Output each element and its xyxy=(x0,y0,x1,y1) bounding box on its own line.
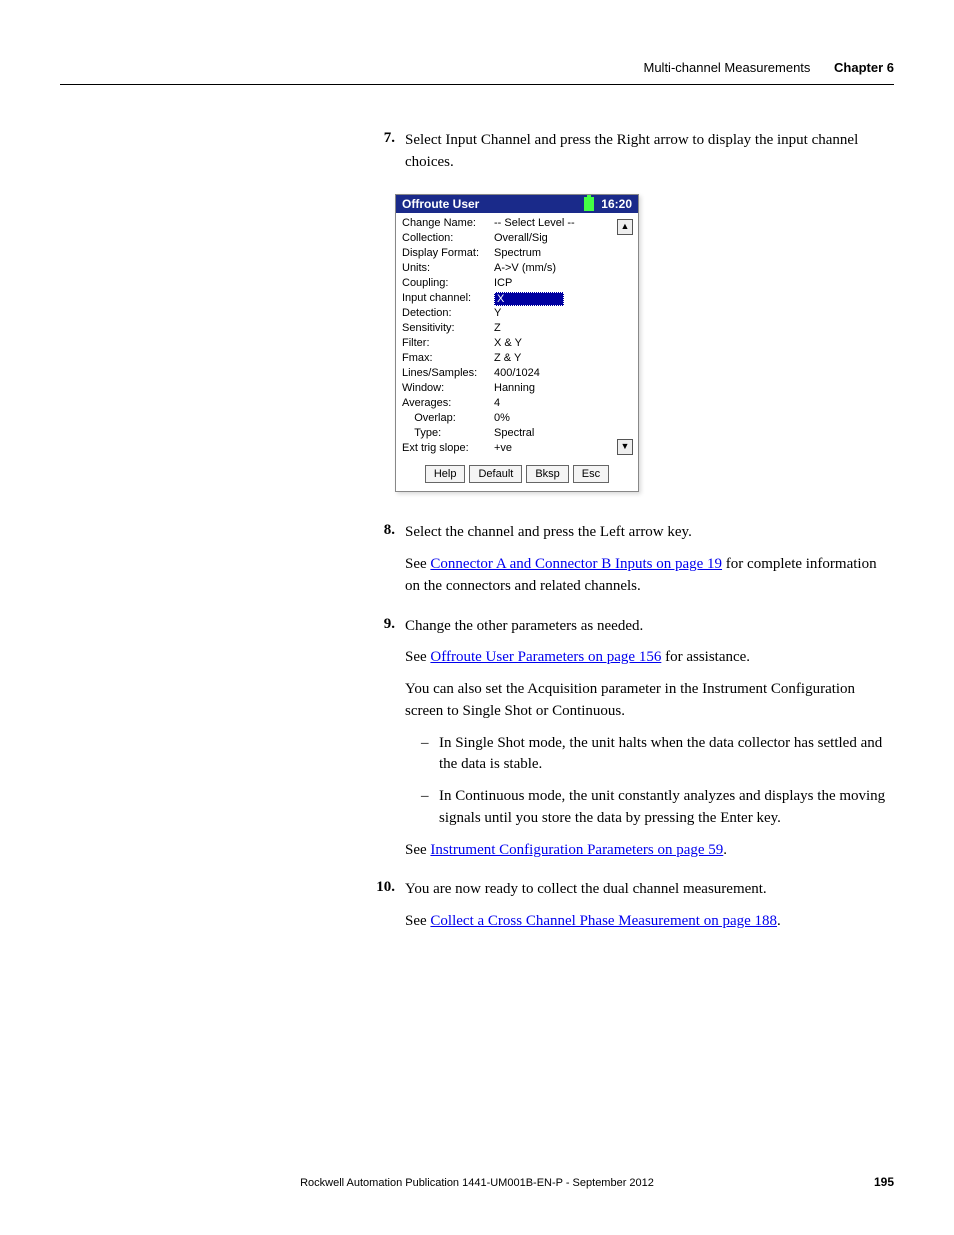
link-collect-phase[interactable]: Collect a Cross Channel Phase Measuremen… xyxy=(430,913,777,929)
row-label: Coupling: xyxy=(402,277,494,292)
link-instrument-config[interactable]: Instrument Configuration Parameters on p… xyxy=(430,842,723,858)
row-label: Units: xyxy=(402,262,494,277)
values-column: -- Select Level -- Overall/Sig Spectrum … xyxy=(494,217,616,457)
text-fragment: See xyxy=(405,842,430,858)
row-label: Fmax: xyxy=(402,352,494,367)
step-text: Select Input Channel and press the Right… xyxy=(405,130,894,174)
dash-icon: – xyxy=(421,733,439,777)
input-channel-selected[interactable]: X xyxy=(494,292,564,306)
step-7: 7. Select Input Channel and press the Ri… xyxy=(0,130,894,184)
text-fragment: See xyxy=(405,556,430,572)
header-rule xyxy=(60,84,894,85)
step-text: You are now ready to collect the dual ch… xyxy=(405,879,894,901)
default-button[interactable]: Default xyxy=(469,465,522,483)
step-8: 8. Select the channel and press the Left… xyxy=(0,522,894,607)
row-value[interactable]: 0% xyxy=(494,412,616,427)
battery-icon xyxy=(584,197,594,211)
device-screenshot: Offroute User 16:20 Change Name: Collect… xyxy=(395,194,639,493)
step-para: You can also set the Acquisition paramet… xyxy=(405,679,894,723)
dash-icon: – xyxy=(421,786,439,830)
step-number: 10. xyxy=(0,879,405,943)
link-offroute-params[interactable]: Offroute User Parameters on page 156 xyxy=(430,649,661,665)
row-label: Averages: xyxy=(402,397,494,412)
row-value[interactable]: Spectrum xyxy=(494,247,616,262)
row-value[interactable]: +ve xyxy=(494,442,616,457)
text-fragment: . xyxy=(723,842,727,858)
text-fragment: See xyxy=(405,913,430,929)
step-9: 9. Change the other parameters as needed… xyxy=(0,616,894,872)
bullet-text: In Continuous mode, the unit constantly … xyxy=(439,786,894,830)
scroll-down-icon[interactable]: ▼ xyxy=(617,439,633,455)
row-label: Detection: xyxy=(402,307,494,322)
row-value[interactable]: X & Y xyxy=(494,337,616,352)
step-para: See Connector A and Connector B Inputs o… xyxy=(405,554,894,598)
row-value[interactable]: Spectral xyxy=(494,427,616,442)
text-fragment: See xyxy=(405,649,430,665)
row-label: Collection: xyxy=(402,232,494,247)
row-value[interactable]: A->V (mm/s) xyxy=(494,262,616,277)
row-label: Ext trig slope: xyxy=(402,442,494,457)
row-label: Overlap: xyxy=(402,412,494,427)
link-connector-inputs[interactable]: Connector A and Connector B Inputs on pa… xyxy=(430,556,722,572)
text-fragment: for assistance. xyxy=(661,649,750,665)
device-title: Offroute User xyxy=(402,197,479,211)
row-value-selected[interactable]: X xyxy=(494,292,616,307)
step-10: 10. You are now ready to collect the dua… xyxy=(0,879,894,943)
bksp-button[interactable]: Bksp xyxy=(526,465,568,483)
row-value[interactable]: Y xyxy=(494,307,616,322)
step-body: Change the other parameters as needed. S… xyxy=(405,616,894,872)
step-text: Select the channel and press the Left ar… xyxy=(405,522,894,544)
sub-bullet: – In Single Shot mode, the unit halts wh… xyxy=(421,733,894,777)
page-header: Multi-channel Measurements Chapter 6 xyxy=(644,60,895,75)
step-text: Change the other parameters as needed. xyxy=(405,616,894,638)
device-body: Change Name: Collection: Display Format:… xyxy=(396,213,638,459)
step-body: Select Input Channel and press the Right… xyxy=(405,130,894,184)
help-button[interactable]: Help xyxy=(425,465,466,483)
row-value[interactable]: ICP xyxy=(494,277,616,292)
row-label: Filter: xyxy=(402,337,494,352)
row-value[interactable]: 400/1024 xyxy=(494,367,616,382)
row-value[interactable]: Z xyxy=(494,322,616,337)
step-body: You are now ready to collect the dual ch… xyxy=(405,879,894,943)
scroll-up-icon[interactable]: ▲ xyxy=(617,219,633,235)
header-chapter: Chapter 6 xyxy=(834,60,894,75)
step-body: Select the channel and press the Left ar… xyxy=(405,522,894,607)
row-value[interactable]: 4 xyxy=(494,397,616,412)
device-time: 16:20 xyxy=(601,197,632,211)
step-number: 9. xyxy=(0,616,405,872)
step-para: See Offroute User Parameters on page 156… xyxy=(405,647,894,669)
row-label: Lines/Samples: xyxy=(402,367,494,382)
device-titlebar: Offroute User 16:20 xyxy=(396,195,638,214)
row-label: Input channel: xyxy=(402,292,494,307)
row-value[interactable]: Hanning xyxy=(494,382,616,397)
row-label: Change Name: xyxy=(402,217,494,232)
main-content: 7. Select Input Channel and press the Ri… xyxy=(0,130,894,951)
step-number: 8. xyxy=(0,522,405,607)
device-button-bar: Help Default Bksp Esc xyxy=(396,459,638,491)
step-number: 7. xyxy=(0,130,405,184)
esc-button[interactable]: Esc xyxy=(573,465,609,483)
row-label: Window: xyxy=(402,382,494,397)
bullet-text: In Single Shot mode, the unit halts when… xyxy=(439,733,894,777)
row-value[interactable]: Overall/Sig xyxy=(494,232,616,247)
page-number: 195 xyxy=(874,1175,894,1189)
labels-column: Change Name: Collection: Display Format:… xyxy=(402,217,494,457)
scrollbar[interactable]: ▲ ▼ xyxy=(616,217,634,457)
text-fragment: . xyxy=(777,913,781,929)
step-para: See Collect a Cross Channel Phase Measur… xyxy=(405,911,894,933)
row-label: Display Format: xyxy=(402,247,494,262)
row-label: Type: xyxy=(402,427,494,442)
sub-bullet: – In Continuous mode, the unit constantl… xyxy=(421,786,894,830)
row-value[interactable]: Z & Y xyxy=(494,352,616,367)
footer-publication: Rockwell Automation Publication 1441-UM0… xyxy=(0,1177,954,1189)
header-section: Multi-channel Measurements xyxy=(644,60,811,75)
row-value[interactable]: -- Select Level -- xyxy=(494,217,616,232)
row-label: Sensitivity: xyxy=(402,322,494,337)
step-para: See Instrument Configuration Parameters … xyxy=(405,840,894,862)
device-status: 16:20 xyxy=(584,197,632,212)
